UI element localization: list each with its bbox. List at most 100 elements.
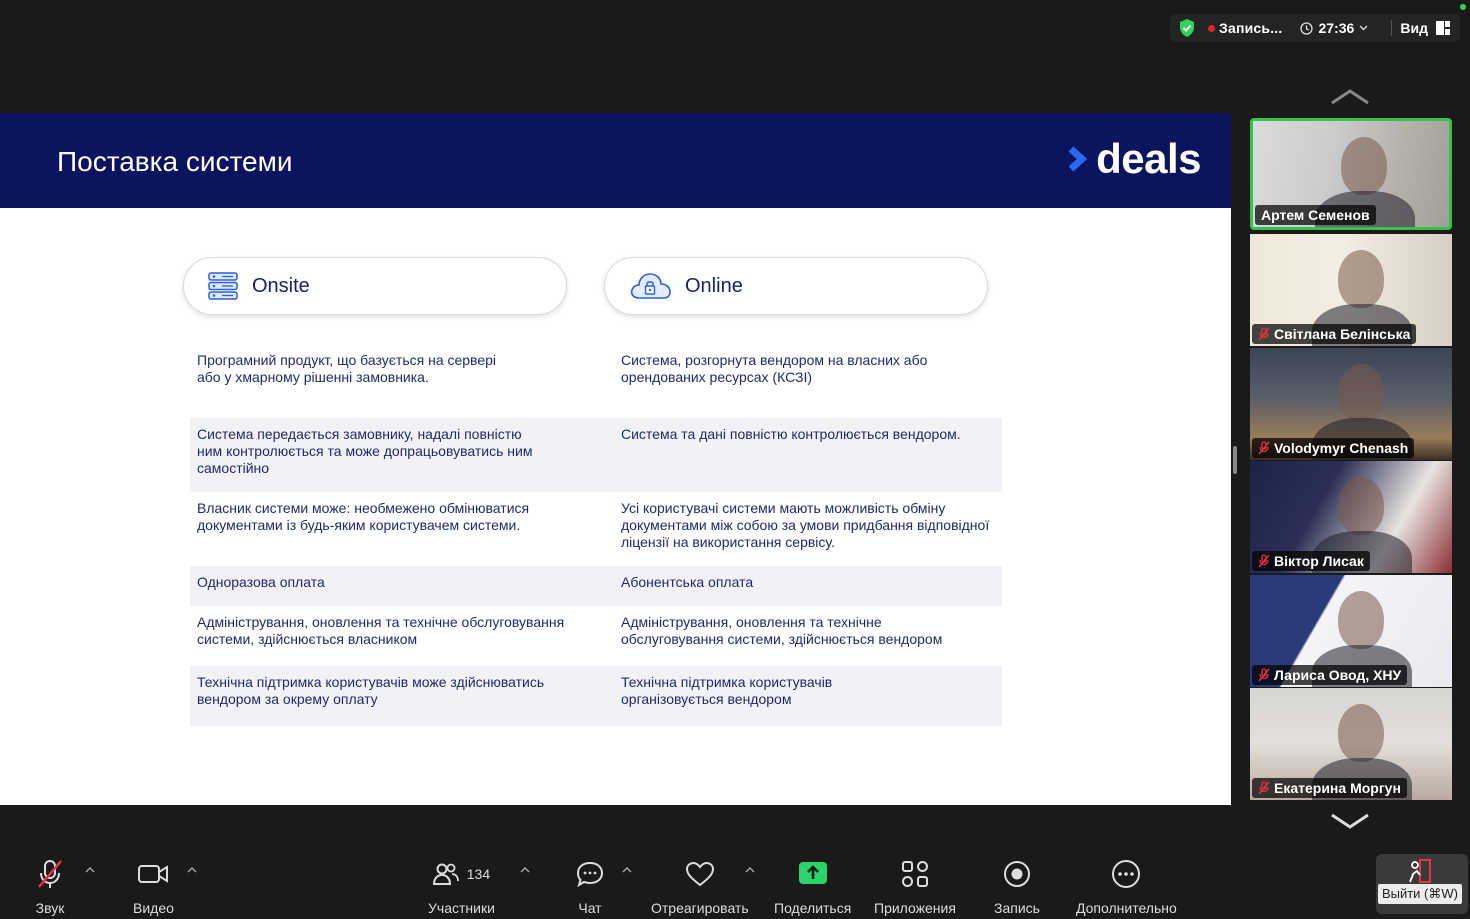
view-button[interactable]: Вид: [1391, 20, 1450, 36]
apps-label: Приложения: [874, 900, 956, 916]
onsite-cell: Технічна підтримка користувачів може зді…: [197, 674, 545, 707]
deals-logo: deals: [1068, 135, 1201, 183]
cloud-lock-icon: [630, 273, 671, 299]
panel-resize-handle[interactable]: [1233, 446, 1237, 474]
security-shield-icon[interactable]: [1178, 18, 1196, 38]
meeting-status-bar: Запись... 27:36 Вид: [1170, 14, 1460, 42]
audio-options-caret-icon[interactable]: [85, 866, 95, 874]
table-row: Одноразова оплата Абонентська оплата: [190, 566, 1002, 606]
online-cell: Технічна підтримка користувачів організо…: [621, 674, 833, 707]
onsite-cell: Власник системи може: необмежено обмінюв…: [197, 500, 530, 533]
participant-name-tag: Лариса Овод, ХНУ: [1252, 665, 1408, 685]
video-button[interactable]: Видео: [133, 858, 174, 916]
audio-label: Звук: [35, 900, 65, 916]
share-screen-button[interactable]: Поделиться: [774, 858, 851, 916]
participant-name-tag: Віктор Лисак: [1252, 551, 1370, 571]
online-cell: Система та дані повністю контролюється в…: [621, 426, 961, 442]
view-label: Вид: [1400, 20, 1428, 36]
shared-screen-slide: Поставка системи deals Onsite Online Про…: [0, 113, 1231, 805]
apps-icon: [901, 861, 928, 887]
online-cell: Адміністрування, оновлення та технічне о…: [621, 614, 943, 647]
recording-status[interactable]: Запись...: [1219, 20, 1282, 36]
participants-icon: [432, 863, 459, 885]
chat-button[interactable]: Чат: [576, 858, 604, 916]
server-stack-icon: [208, 272, 238, 300]
table-row: Система передається замовнику, надалі по…: [190, 418, 1002, 492]
microphone-muted-icon: [1258, 781, 1270, 795]
heart-icon: [685, 861, 714, 887]
table-row: Адміністрування, оновлення та технічне о…: [190, 606, 1002, 666]
chat-options-caret-icon[interactable]: [622, 866, 632, 874]
chat-label: Чат: [578, 900, 602, 916]
participants-options-caret-icon[interactable]: [520, 866, 530, 874]
table-row: Програмний продукт, що базується на серв…: [190, 352, 1002, 414]
participant-tile[interactable]: Лариса Овод, ХНУ: [1250, 575, 1452, 687]
participant-video-avatar: [1341, 137, 1387, 195]
participant-video-avatar: [1338, 364, 1384, 422]
logo-text: deals: [1096, 135, 1201, 182]
online-cell: Усі користувачі системи мають можливість…: [621, 500, 990, 550]
chat-bubble-icon: [576, 861, 604, 888]
record-button[interactable]: Запись: [994, 858, 1040, 916]
scroll-up-arrow-icon[interactable]: [1330, 87, 1370, 107]
participants-button[interactable]: 134 Участники: [428, 858, 495, 916]
record-icon: [1003, 861, 1030, 887]
participants-label: Участники: [428, 900, 495, 916]
onsite-cell: Одноразова оплата: [197, 574, 325, 590]
timer-value: 27:36: [1318, 20, 1355, 36]
grid-view-icon: [1436, 21, 1450, 35]
leave-door-icon: [1409, 859, 1431, 883]
participant-tile[interactable]: Світлана Белінська: [1250, 234, 1452, 346]
onsite-column-header: Onsite: [183, 257, 567, 315]
camera-indicator: [1460, 4, 1466, 10]
chevron-right-icon: [1068, 146, 1088, 172]
scroll-down-arrow-icon[interactable]: [1330, 811, 1370, 831]
participant-name: Віктор Лисак: [1274, 553, 1364, 569]
participant-name: Volodymyr Chenash: [1274, 440, 1409, 456]
audio-button[interactable]: Звук: [34, 858, 66, 916]
react-button[interactable]: Отреагировать: [651, 858, 749, 916]
participant-name: Артем Семенов: [1261, 207, 1370, 223]
participants-count: 134: [466, 866, 491, 882]
video-label: Видео: [133, 900, 174, 916]
leave-label: Выйти (⌘W): [1377, 884, 1462, 904]
participant-tile[interactable]: Екатерина Моргун: [1250, 688, 1452, 800]
microphone-muted-icon: [1258, 327, 1270, 341]
online-cell: Система, розгорнута вендором на власних …: [621, 352, 928, 385]
participant-tile[interactable]: Віктор Лисак: [1250, 461, 1452, 573]
participant-name-tag: Volodymyr Chenash: [1252, 438, 1415, 458]
online-cell: Абонентська оплата: [621, 574, 754, 590]
clock-icon: [1300, 21, 1314, 35]
participant-name: Світлана Белінська: [1274, 326, 1411, 342]
table-row: Власник системи може: необмежено обмінюв…: [190, 492, 1002, 566]
share-screen-icon: [798, 862, 827, 884]
participant-video-avatar: [1338, 591, 1384, 649]
table-row: Технічна підтримка користувачів може зді…: [190, 666, 1002, 726]
share-label: Поделиться: [774, 900, 852, 916]
onsite-cell: Програмний продукт, що базується на серв…: [197, 352, 497, 385]
more-button[interactable]: Дополнительно: [1076, 858, 1177, 916]
participant-name-tag: Екатерина Моргун: [1252, 778, 1407, 798]
participant-name-tag: Світлана Белінська: [1252, 324, 1417, 344]
video-camera-icon: [138, 865, 169, 883]
slide-header: Поставка системи deals: [0, 113, 1231, 208]
microphone-muted-icon: [1258, 441, 1270, 455]
apps-button[interactable]: Приложения: [874, 858, 956, 916]
onsite-cell: Адміністрування, оновлення та технічне о…: [197, 614, 565, 647]
video-options-caret-icon[interactable]: [187, 866, 197, 874]
meeting-timer[interactable]: 27:36: [1300, 20, 1368, 36]
leave-button[interactable]: Выйти (⌘W): [1376, 854, 1468, 914]
record-label: Запись: [994, 900, 1040, 916]
microphone-muted-icon: [38, 860, 62, 888]
microphone-muted-icon: [1258, 668, 1270, 682]
participant-tile[interactable]: Артем Семенов: [1250, 118, 1452, 230]
online-column-header: Online: [604, 257, 988, 315]
participant-tile[interactable]: Volodymyr Chenash: [1250, 348, 1452, 460]
participant-video-avatar: [1338, 250, 1384, 308]
slide-title: Поставка системи: [57, 146, 293, 177]
meeting-toolbar: Звук Видео 134 Участники Чат Отреагирова…: [0, 830, 1470, 919]
divider: [1391, 20, 1393, 36]
react-label: Отреагировать: [651, 900, 749, 916]
react-options-caret-icon[interactable]: [745, 866, 755, 874]
participant-name: Екатерина Моргун: [1274, 780, 1401, 796]
